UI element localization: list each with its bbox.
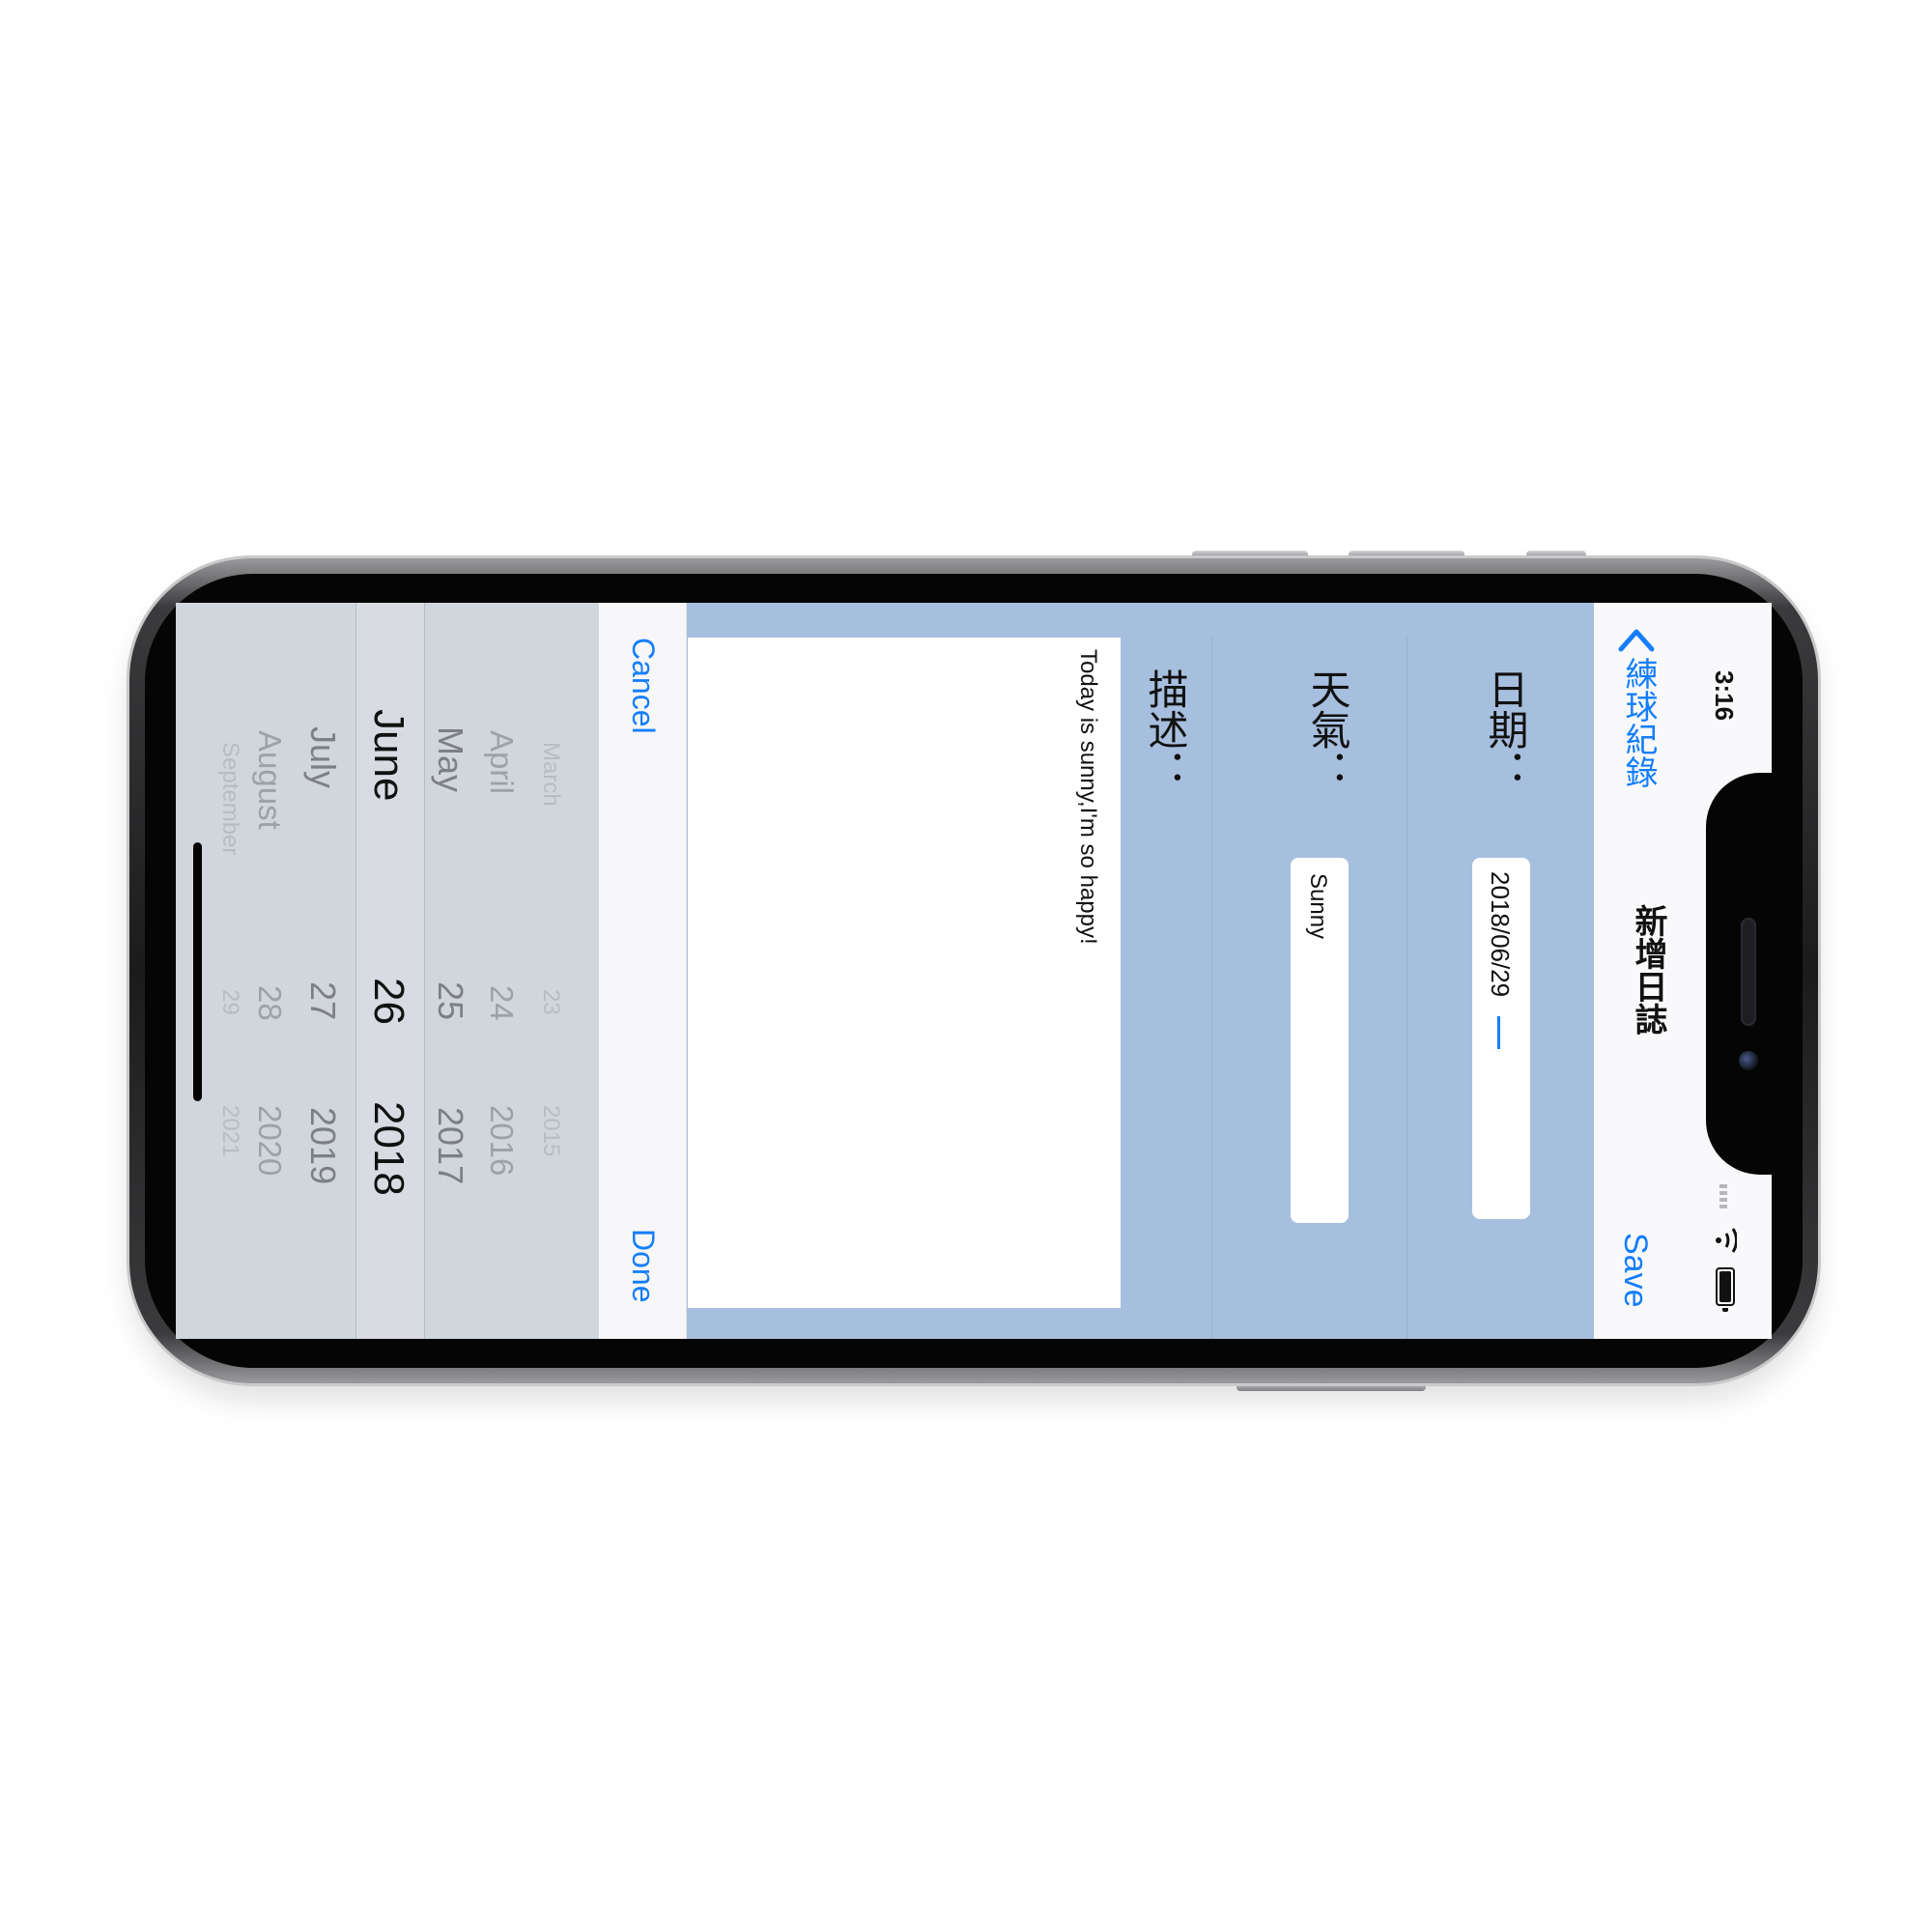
cancel-button[interactable]: Cancel (625, 638, 661, 734)
picker-month[interactable]: July (303, 726, 343, 788)
status-time: 3:16 (1710, 670, 1739, 722)
picker-year[interactable]: 2021 (217, 1105, 243, 1156)
back-button-label: 練球紀錄 (1620, 657, 1657, 788)
row-divider (1406, 638, 1407, 1339)
chevron-left-icon (1618, 629, 1655, 652)
picker-day[interactable]: 29 (217, 989, 243, 1015)
volume-up-button (1192, 551, 1308, 558)
picker-day-selected[interactable]: 26 (365, 978, 412, 1025)
row-divider (1211, 638, 1212, 1339)
description-label: 描述： (1143, 668, 1188, 790)
wifi-icon (1716, 1228, 1737, 1253)
signal-icon (1719, 1184, 1727, 1211)
mute-switch (1526, 551, 1586, 558)
earpiece-speaker (1741, 918, 1756, 1026)
picker-month[interactable]: May (431, 726, 470, 792)
picker-day[interactable]: 25 (431, 981, 470, 1020)
volume-down-button (1349, 551, 1464, 558)
description-text-view[interactable] (688, 638, 1121, 1308)
sensor-notch (1706, 773, 1774, 1175)
weather-field-value: Sunny (1305, 873, 1331, 940)
picker-year[interactable]: 2019 (303, 1107, 343, 1184)
description-text: Today is sunny,I'm so happy! (1075, 649, 1101, 945)
done-button[interactable]: Done (625, 1229, 661, 1303)
picker-month[interactable]: March (538, 742, 564, 807)
picker-year[interactable]: 2015 (538, 1105, 564, 1156)
picker-year[interactable]: 2020 (252, 1105, 288, 1176)
battery-icon (1716, 1267, 1735, 1312)
picker-day[interactable]: 24 (484, 985, 520, 1021)
picker-year-selected[interactable]: 2018 (365, 1101, 412, 1196)
picker-day[interactable]: 23 (538, 989, 564, 1015)
picker-year[interactable]: 2016 (484, 1105, 520, 1176)
picker-month-selected[interactable]: June (365, 709, 412, 801)
picker-month[interactable]: April (484, 730, 520, 794)
picker-month[interactable]: August (252, 730, 288, 830)
power-button (1236, 1383, 1426, 1391)
weather-label: 天氣： (1305, 668, 1350, 790)
date-field-value: 2018/06/29 (1486, 871, 1515, 998)
text-cursor (1497, 1016, 1500, 1049)
front-camera (1739, 1051, 1758, 1070)
picker-month[interactable]: September (217, 742, 243, 855)
save-button[interactable]: Save (1616, 1233, 1654, 1308)
date-label: 日期： (1483, 668, 1528, 790)
home-indicator[interactable] (193, 842, 202, 1101)
back-button[interactable]: 練球紀錄 (1615, 622, 1658, 792)
picker-year[interactable]: 2017 (431, 1107, 470, 1184)
picker-day[interactable]: 27 (303, 981, 343, 1020)
picker-day[interactable]: 28 (252, 985, 288, 1021)
page-title: 新增日誌 (1630, 904, 1666, 1036)
